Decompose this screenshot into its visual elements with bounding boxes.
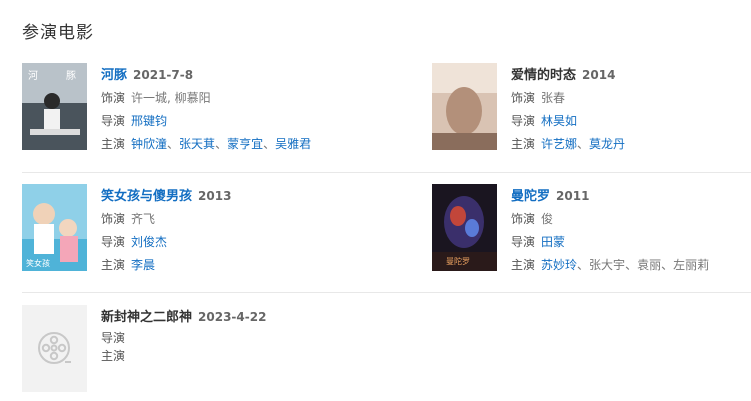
movie-date: 2023-4-22 bbox=[198, 310, 267, 324]
director-label: 导演 bbox=[101, 114, 126, 128]
movie-poster[interactable] bbox=[432, 63, 497, 150]
svg-text:曼陀罗: 曼陀罗 bbox=[446, 256, 470, 266]
movie-card: 笑女孩 笑女孩与傻男孩 2013 饰演 齐飞 导演 刘俊杰 主演 李晨 bbox=[22, 184, 402, 272]
cast-label: 主演 bbox=[101, 137, 126, 151]
director-link[interactable]: 林昊如 bbox=[541, 114, 577, 128]
cast-link[interactable]: 张天萁 bbox=[179, 137, 215, 151]
movie-poster[interactable]: 笑女孩 bbox=[22, 184, 87, 271]
director-link[interactable]: 刘俊杰 bbox=[131, 235, 167, 249]
cast-label: 主演 bbox=[511, 137, 536, 151]
role-label: 饰演 bbox=[511, 212, 536, 226]
director-label: 导演 bbox=[101, 235, 126, 249]
director-label: 导演 bbox=[511, 235, 536, 249]
role-label: 饰演 bbox=[511, 91, 536, 105]
movie-card: 爱情的时态 2014 饰演 张春 导演 林昊如 主演 许艺娜、莫龙丹 bbox=[432, 63, 742, 151]
movie-title[interactable]: 曼陀罗 bbox=[511, 189, 550, 204]
movie-title[interactable]: 新封神之二郎神 bbox=[101, 310, 192, 325]
movie-title[interactable]: 爱情的时态 bbox=[511, 68, 576, 83]
director-label: 导演 bbox=[101, 331, 126, 345]
cast-link[interactable]: 许艺娜 bbox=[541, 137, 577, 151]
cast-link[interactable]: 吴雅君 bbox=[275, 137, 311, 151]
cast-name: 袁丽 bbox=[637, 258, 662, 272]
cast-label: 主演 bbox=[101, 349, 126, 363]
cast-link[interactable]: 莫龙丹 bbox=[589, 137, 625, 151]
svg-text:豚: 豚 bbox=[66, 70, 76, 82]
cast-label: 主演 bbox=[101, 258, 126, 272]
section-title: 参演电影 bbox=[22, 23, 94, 43]
cast-name: 张大宇 bbox=[589, 258, 626, 272]
role-value: 俊 bbox=[541, 212, 554, 226]
row-divider bbox=[22, 172, 751, 173]
director-link[interactable]: 邢键钧 bbox=[131, 114, 167, 128]
role-label: 饰演 bbox=[101, 91, 126, 105]
movie-title[interactable]: 河豚 bbox=[101, 68, 127, 83]
movie-poster[interactable]: 河 豚 bbox=[22, 63, 87, 150]
movie-date: 2011 bbox=[556, 189, 590, 203]
role-value: 齐飞 bbox=[131, 212, 156, 226]
cast-link[interactable]: 钟欣潼 bbox=[131, 137, 167, 151]
movie-poster-placeholder[interactable] bbox=[22, 305, 87, 392]
role-value: 许一城, 柳慕阳 bbox=[131, 91, 211, 105]
cast-link[interactable]: 蒙亨宜 bbox=[227, 137, 263, 151]
cast-link[interactable]: 李晨 bbox=[131, 258, 155, 272]
cast-link[interactable]: 苏妙玲 bbox=[541, 258, 577, 272]
cast-name: 左丽莉 bbox=[673, 258, 710, 272]
movie-date: 2021-7-8 bbox=[133, 68, 194, 82]
svg-text:河: 河 bbox=[28, 70, 38, 82]
movie-date: 2013 bbox=[198, 189, 232, 203]
film-reel-icon bbox=[36, 330, 72, 366]
role-value: 张春 bbox=[541, 91, 566, 105]
cast-label: 主演 bbox=[511, 258, 536, 272]
svg-text:笑女孩: 笑女孩 bbox=[26, 258, 50, 268]
movie-card: 新封神之二郎神 2023-4-22 导演 主演 bbox=[22, 305, 402, 393]
movie-poster[interactable]: 曼陀罗 bbox=[432, 184, 497, 271]
movie-card: 河 豚 河豚 2021-7-8 饰演 许一城, 柳慕阳 导演 邢键钧 主演 钟欣潼、张天… bbox=[22, 63, 402, 151]
movie-date: 2014 bbox=[582, 68, 616, 82]
row-divider bbox=[22, 292, 751, 293]
director-link[interactable]: 田蒙 bbox=[541, 235, 565, 249]
movie-title[interactable]: 笑女孩与傻男孩 bbox=[101, 189, 192, 204]
director-label: 导演 bbox=[511, 114, 536, 128]
role-label: 饰演 bbox=[101, 212, 126, 226]
movie-card: 曼陀罗 曼陀罗 2011 饰演俊 导演 田蒙 主演 苏妙玲、张大宇、袁丽、左丽莉 bbox=[432, 184, 742, 272]
